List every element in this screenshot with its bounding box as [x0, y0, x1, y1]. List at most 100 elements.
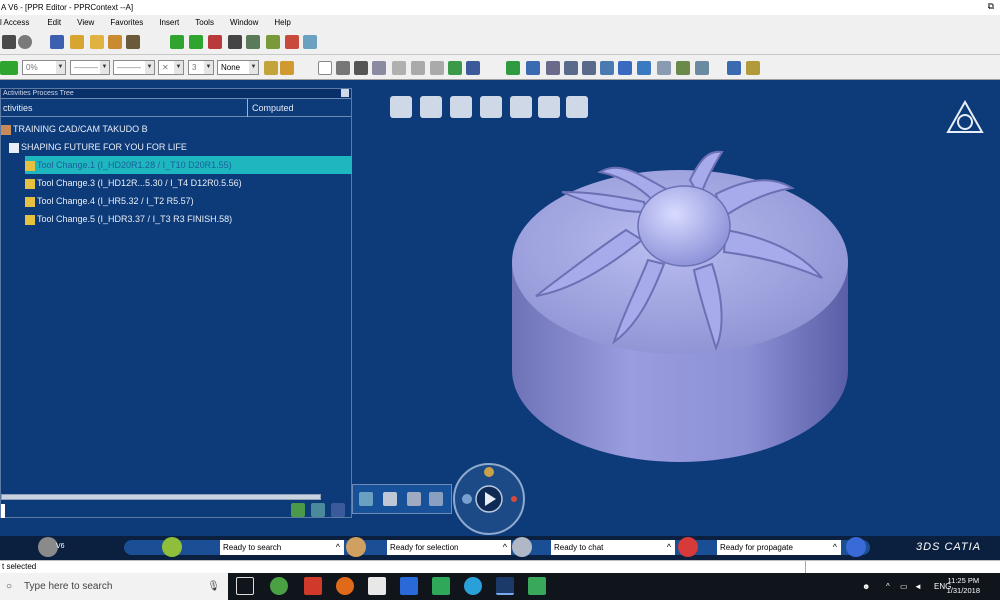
command-input[interactable] — [1, 504, 5, 518]
firefox-icon[interactable] — [336, 577, 354, 595]
chevron-up-icon[interactable]: ^ — [833, 540, 837, 555]
skype-icon[interactable] — [464, 577, 482, 595]
selection-field[interactable]: Ready for selection ^ — [387, 540, 511, 555]
new-icon[interactable] — [318, 61, 332, 75]
search-icon[interactable] — [162, 537, 182, 557]
paste-icon[interactable] — [392, 61, 406, 75]
chevron-up-icon[interactable]: ^ — [503, 540, 507, 555]
color-swatch[interactable] — [0, 61, 18, 75]
compass-icon[interactable] — [944, 100, 986, 136]
hide-show-icon[interactable] — [676, 61, 690, 75]
taskbar-search[interactable]: ○ Type here to search 🎙 — [0, 573, 228, 600]
table-icon[interactable] — [126, 35, 140, 49]
feature-icon[interactable] — [450, 96, 472, 118]
update-icon[interactable] — [448, 61, 462, 75]
transparency-combo[interactable]: 0% ▼ — [22, 60, 66, 75]
snap-icon[interactable] — [189, 35, 203, 49]
grid-icon[interactable] — [727, 61, 741, 75]
propagate-field[interactable]: Ready for propagate ^ — [717, 540, 841, 555]
chevron-down-icon[interactable]: ▼ — [174, 61, 183, 74]
menu-tools[interactable]: Tools — [195, 18, 214, 27]
app-red-icon[interactable] — [304, 577, 322, 595]
fit-all-icon[interactable] — [506, 61, 520, 75]
propagate-icon[interactable] — [678, 537, 698, 557]
iso-view-icon[interactable] — [637, 61, 651, 75]
menu-edit[interactable]: Edit — [47, 18, 61, 27]
shading-icon[interactable] — [657, 61, 671, 75]
people-icon[interactable]: ☻ — [862, 573, 870, 600]
chat-field[interactable]: Ready to chat ^ — [551, 540, 675, 555]
info-input[interactable] — [805, 561, 1000, 573]
pan-icon[interactable] — [526, 61, 540, 75]
measure-icon[interactable] — [208, 35, 222, 49]
print-icon[interactable] — [336, 61, 350, 75]
report-grid-icon[interactable] — [429, 492, 443, 506]
catalog-icon[interactable] — [50, 35, 64, 49]
compass-mini-icon[interactable] — [846, 537, 866, 557]
network-icon[interactable]: ▭ — [900, 573, 908, 600]
chevron-down-icon[interactable]: ▼ — [249, 61, 258, 74]
brush-icon[interactable] — [280, 61, 294, 75]
delete-icon[interactable] — [285, 35, 299, 49]
menu-favorites[interactable]: Favorites — [110, 18, 143, 27]
filter-icon[interactable] — [331, 503, 345, 517]
point-combo[interactable]: ✕ ▼ — [158, 60, 184, 75]
pin-icon[interactable] — [341, 89, 349, 97]
swap-space-icon[interactable] — [695, 61, 709, 75]
undo-icon[interactable] — [411, 61, 425, 75]
lock-icon[interactable] — [90, 35, 104, 49]
expand-icon[interactable] — [291, 503, 305, 517]
sketch-icon[interactable] — [2, 35, 16, 49]
app-c-icon[interactable] — [528, 577, 546, 595]
clock[interactable]: 11:25 PM 1/31/2018 — [947, 576, 980, 596]
chevron-up-icon[interactable]: ^ — [886, 573, 890, 600]
column-computed[interactable]: Computed — [247, 99, 294, 117]
volume-icon[interactable]: ◄ — [914, 573, 922, 600]
camtasia-icon[interactable] — [432, 577, 450, 595]
app-blue-icon[interactable] — [400, 577, 418, 595]
app-green-icon[interactable] — [270, 577, 288, 595]
chevron-down-icon[interactable]: ▼ — [145, 61, 154, 74]
linewidth-combo[interactable]: ——— ▼ — [70, 60, 110, 75]
restore-button[interactable]: ⧉ — [988, 1, 994, 12]
compass-icon[interactable] — [246, 35, 260, 49]
whats-this-icon[interactable] — [466, 61, 480, 75]
menu-insert[interactable]: Insert — [159, 18, 179, 27]
operations-icon[interactable] — [383, 492, 397, 506]
column-activities[interactable]: ctivities — [3, 103, 33, 113]
chevron-down-icon[interactable]: ▼ — [100, 61, 109, 74]
cut-icon[interactable] — [354, 61, 368, 75]
menu-view[interactable]: View — [77, 18, 94, 27]
save-icon[interactable] — [70, 35, 84, 49]
search-field[interactable]: Ready to search ^ — [220, 540, 344, 555]
task-view-icon[interactable] — [236, 577, 254, 595]
machining-op-icon[interactable] — [390, 96, 412, 118]
cutter-icon[interactable] — [480, 96, 502, 118]
pencil-icon[interactable] — [228, 35, 242, 49]
link-icon[interactable] — [303, 35, 317, 49]
tree-item-tool-change-3[interactable]: Tool Change.3 (I_HD12R...5.30 / I_T4 D12… — [25, 174, 352, 192]
tree-icon[interactable] — [266, 35, 280, 49]
report-icon[interactable] — [566, 96, 588, 118]
catia-taskbar-icon[interactable] — [496, 577, 514, 595]
select-icon[interactable] — [346, 537, 366, 557]
menu-window[interactable]: Window — [230, 18, 258, 27]
chevron-down-icon[interactable]: ▼ — [204, 61, 213, 74]
rendering-combo[interactable]: None ▼ — [217, 60, 259, 75]
chat-bubble-icon[interactable] — [512, 537, 532, 557]
layer-combo[interactable]: 3 ▼ — [188, 60, 214, 75]
linetype-combo[interactable]: ——— ▼ — [113, 60, 155, 75]
redo-icon[interactable] — [430, 61, 444, 75]
copy-icon[interactable] — [372, 61, 386, 75]
multiview-icon[interactable] — [618, 61, 632, 75]
zoom-out-icon[interactable] — [582, 61, 596, 75]
refresh-icon[interactable] — [108, 35, 122, 49]
collapse-icon[interactable] — [311, 503, 325, 517]
measure-between-icon[interactable] — [746, 61, 760, 75]
chevron-down-icon[interactable]: ▼ — [56, 61, 65, 74]
tree-process[interactable]: SHAPING FUTURE FOR YOU FOR LIFE — [9, 138, 187, 156]
analysis-icon[interactable] — [538, 96, 560, 118]
menu-help[interactable]: Help — [274, 18, 290, 27]
compass-robot[interactable] — [452, 462, 526, 536]
tree-root[interactable]: TRAINING CAD/CAM TAKUDO B — [1, 120, 148, 138]
